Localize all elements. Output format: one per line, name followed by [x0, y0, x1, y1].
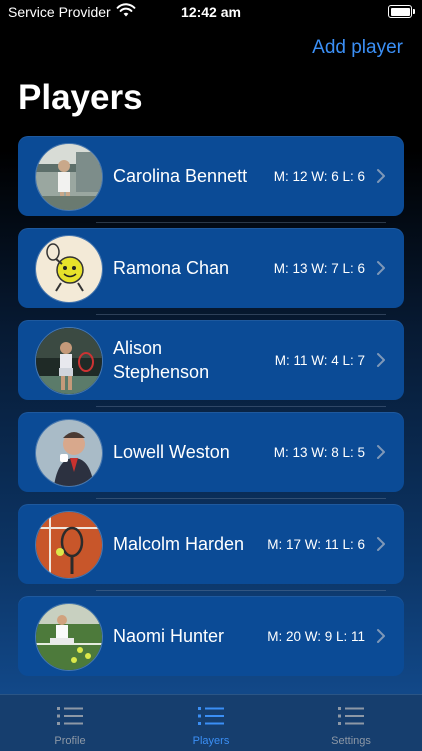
player-row[interactable]: Alison Stephenson M: 11 W: 4 L: 7 [18, 320, 404, 400]
row-separator [96, 406, 386, 407]
chevron-right-icon [377, 261, 385, 275]
player-row[interactable]: Lowell Weston M: 13 W: 8 L: 5 [18, 412, 404, 492]
player-name: Lowell Weston [113, 442, 230, 462]
chevron-right-icon [377, 169, 385, 183]
player-avatar [35, 603, 103, 671]
row-separator [96, 498, 386, 499]
tab-bar: Profile Players Settings [0, 694, 422, 751]
player-name: Ramona Chan [113, 258, 230, 278]
tab-label: Profile [54, 735, 86, 747]
tab-label: Players [192, 735, 230, 747]
player-stats: M: 11 W: 4 L: 7 [274, 352, 365, 368]
player-row[interactable]: Malcolm Harden M: 17 W: 11 L: 6 [18, 504, 404, 584]
tab-settings[interactable]: Settings [281, 695, 421, 751]
player-row[interactable]: Naomi Hunter M: 20 W: 9 L: 11 [18, 596, 404, 676]
chevron-right-icon [377, 445, 385, 459]
add-player-button[interactable]: Add player [312, 37, 403, 59]
tab-profile[interactable]: Profile [0, 695, 140, 751]
page-title: Players [18, 78, 143, 117]
player-stats: M: 17 W: 11 L: 6 [267, 536, 365, 552]
player-stats: M: 20 W: 9 L: 11 [267, 628, 365, 644]
clock: 12:42 am [181, 4, 241, 20]
player-avatar [35, 235, 103, 303]
player-avatar [35, 327, 103, 395]
status-bar: Service Provider 12:42 am [0, 0, 422, 26]
list-icon [338, 707, 364, 725]
row-separator [96, 314, 386, 315]
list-icon [57, 707, 83, 725]
row-separator [96, 590, 386, 591]
row-separator [96, 222, 386, 223]
chevron-right-icon [377, 537, 385, 551]
battery-icon [388, 5, 415, 18]
player-name: Naomi Hunter [113, 626, 225, 646]
player-row[interactable]: Ramona Chan M: 13 W: 7 L: 6 [18, 228, 404, 308]
players-list: Carolina Bennett M: 12 W: 6 L: 6 Ramona … [18, 136, 404, 688]
player-row[interactable]: Carolina Bennett M: 12 W: 6 L: 6 [18, 136, 404, 216]
player-stats: M: 13 W: 7 L: 6 [273, 260, 365, 276]
chevron-right-icon [377, 353, 385, 367]
chevron-right-icon [377, 629, 385, 643]
player-name: Carolina Bennett [113, 166, 248, 186]
player-name: Alison Stephenson [113, 338, 210, 382]
player-stats: M: 13 W: 8 L: 5 [273, 444, 365, 460]
list-icon [198, 707, 224, 725]
player-stats: M: 12 W: 6 L: 6 [273, 168, 365, 184]
tab-label: Settings [331, 735, 371, 747]
player-name: Malcolm Harden [113, 534, 245, 554]
tab-players[interactable]: Players [141, 695, 281, 751]
player-avatar [35, 419, 103, 487]
player-avatar [35, 511, 103, 579]
player-avatar [35, 143, 103, 211]
